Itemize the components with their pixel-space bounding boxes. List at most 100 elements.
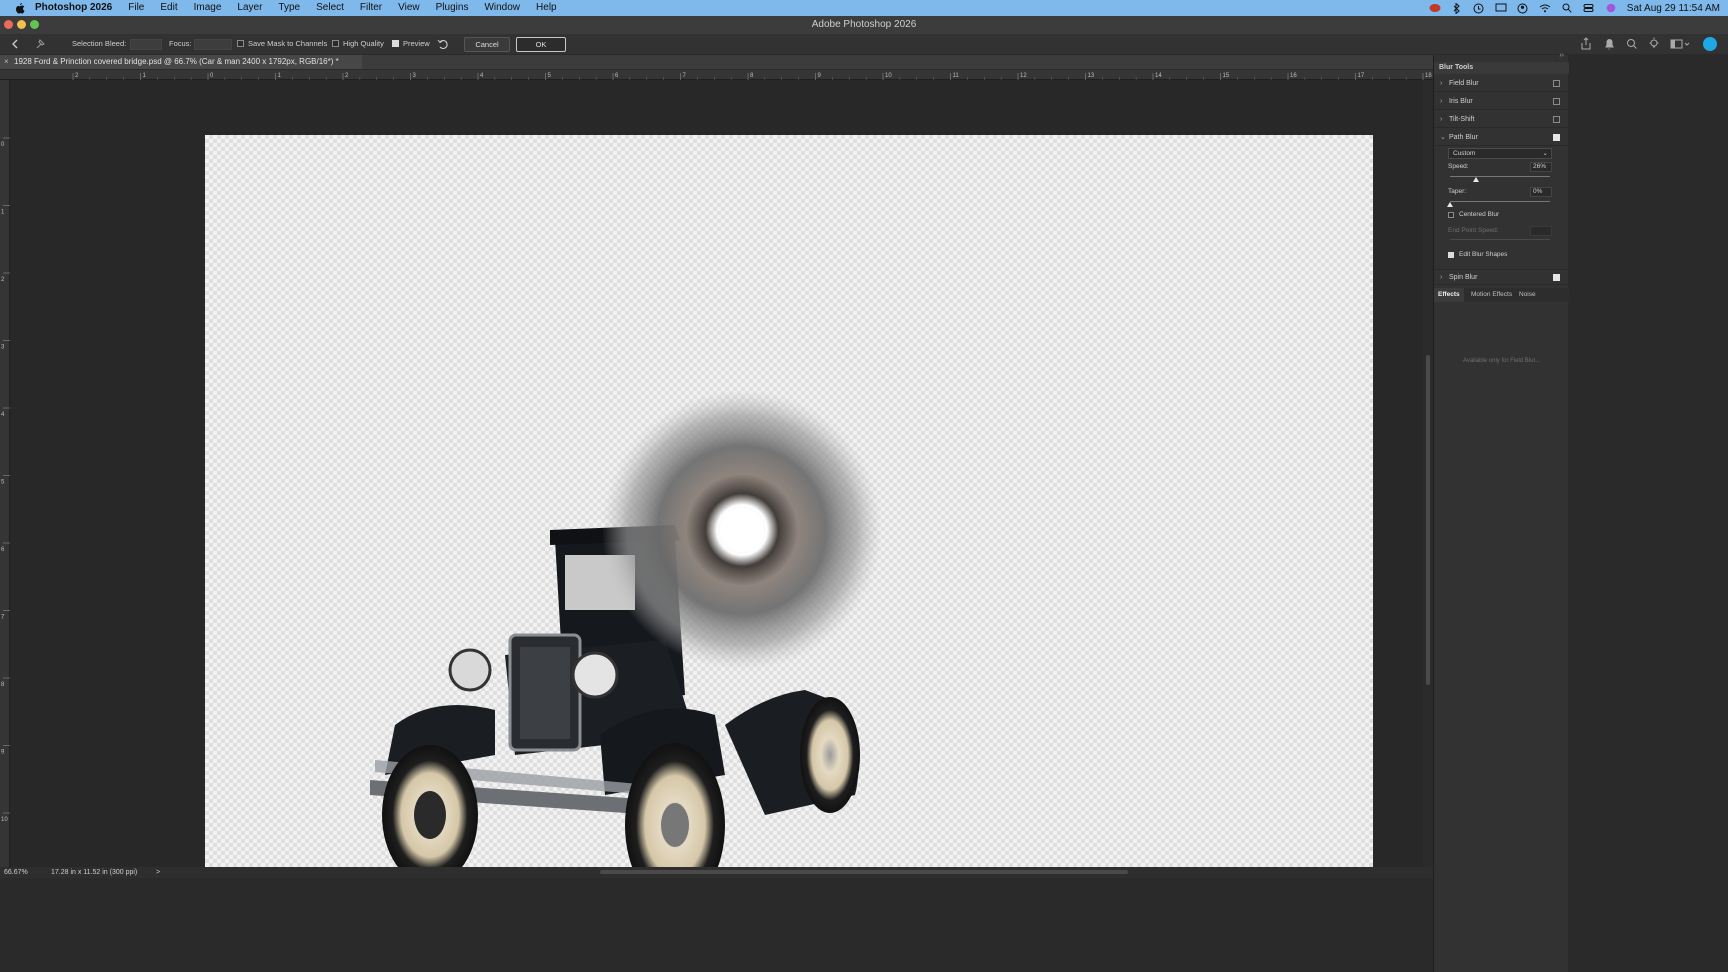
menu-view[interactable]: View [390,0,428,16]
centered-blur-label: Centered Blur [1459,211,1500,218]
ruler-label: 0 [1,142,5,148]
display-icon[interactable] [1495,2,1507,14]
user-icon[interactable] [1517,2,1529,14]
save-mask-checkbox[interactable] [237,40,244,47]
status-menu-arrow[interactable]: > [156,867,160,878]
menu-edit[interactable]: Edit [152,0,185,16]
control-center-icon[interactable] [1583,2,1595,14]
close-window-button[interactable] [4,20,13,29]
menu-type[interactable]: Type [270,0,308,16]
horizontal-scroll-thumb[interactable] [600,870,1128,874]
ruler-label: 4 [480,73,484,79]
menu-bar-clock[interactable]: Sat Aug 29 11:54 AM [1627,3,1720,14]
path-blur-preset-select[interactable]: Custom ⌄ [1448,148,1552,159]
ruler-label: 5 [1,480,5,486]
document-tab-bar: × 1928 Ford & Prinction covered bridge.p… [0,55,1568,69]
tool-tilt-shift[interactable]: › Tilt-Shift [1434,112,1569,128]
ruler-label: 8 [750,73,754,79]
tab-motion-effects[interactable]: Motion Effects [1467,288,1516,302]
panel-collapse-icon[interactable]: ›› [1559,52,1564,59]
profile-avatar-icon[interactable] [1702,34,1718,54]
search-icon[interactable] [1626,34,1638,54]
ruler-label: 17 [1358,73,1365,79]
tool-field-blur[interactable]: › Field Blur [1434,76,1569,92]
speed-slider-track[interactable] [1450,176,1550,177]
document-info: 17.28 in x 11.52 in (300 ppi) [51,869,138,876]
document-tab[interactable]: × 1928 Ford & Prinction covered bridge.p… [0,55,362,69]
tool-label: Path Blur [1449,134,1478,141]
bluetooth-icon[interactable] [1451,2,1463,14]
ruler-label: 16 [1290,73,1297,79]
spotlight-search-icon[interactable] [1561,2,1573,14]
tool-path-blur[interactable]: ⌄ Path Blur [1434,130,1569,146]
cancel-button[interactable]: Cancel [464,37,510,52]
path-blur-checkbox[interactable] [1553,134,1560,141]
vertical-scrollbar[interactable] [1423,80,1433,867]
high-quality-checkbox[interactable] [332,40,339,47]
taper-slider-track[interactable] [1450,201,1550,202]
ruler-label: 1 [143,73,147,79]
menu-select[interactable]: Select [308,0,352,16]
ruler-label: 7 [683,73,687,79]
vertical-scroll-thumb[interactable] [1426,355,1430,685]
wifi-icon[interactable] [1539,2,1551,14]
app-menu[interactable]: Photoshop 2026 [27,0,120,16]
horizontal-ruler-ticks: 2101234567891011121314151617181920 [72,73,1567,80]
preview-label: Preview [403,39,430,48]
centered-blur-checkbox[interactable] [1448,212,1454,218]
tilt-shift-checkbox[interactable] [1553,116,1560,123]
tab-noise[interactable]: Noise [1515,288,1540,302]
taper-slider-thumb[interactable] [1447,202,1453,207]
selection-bleed-field[interactable] [130,39,162,50]
tool-label: Iris Blur [1449,98,1473,105]
minimize-window-button[interactable] [17,20,26,29]
menu-window[interactable]: Window [476,0,528,16]
discover-lightbulb-icon[interactable] [1648,34,1660,54]
menu-filter[interactable]: Filter [352,0,390,16]
notifications-bell-icon[interactable] [1603,34,1615,54]
menu-layer[interactable]: Layer [229,0,270,16]
preview-checkbox[interactable] [392,40,399,47]
back-arrow-icon[interactable] [10,34,20,54]
menu-plugins[interactable]: Plugins [428,0,477,16]
speed-value-field[interactable]: 26% [1530,162,1552,172]
field-blur-checkbox[interactable] [1553,80,1560,87]
siri-icon[interactable] [1605,2,1617,14]
menu-file[interactable]: File [120,0,152,16]
menu-image[interactable]: Image [186,0,230,16]
taper-value-field[interactable]: 0% [1530,187,1552,197]
window-title: Adobe Photoshop 2026 [811,19,917,30]
zoom-window-button[interactable] [30,20,39,29]
tool-spin-blur[interactable]: › Spin Blur [1434,269,1569,285]
zoom-level[interactable]: 66.67% [4,867,28,878]
blur-tools-panel: ›› Blur Tools › Field Blur › Iris Blur ›… [1433,52,1569,972]
ruler-label: 3 [413,73,417,79]
workspace-switcher-icon[interactable] [1670,34,1690,54]
vertical-ruler: 01234567891011 [0,80,10,867]
pin-tool-icon[interactable] [34,34,46,54]
status-bar-area: 66.67% 17.28 in x 11.52 in (300 ppi) > [0,867,1568,972]
ruler-label: 6 [1,547,5,553]
share-icon[interactable] [1580,34,1592,54]
focus-field[interactable] [194,39,232,50]
focus-label: Focus: [169,39,192,48]
ok-button[interactable]: OK [516,37,566,52]
spin-blur-checkbox[interactable] [1553,274,1560,281]
close-tab-icon[interactable]: × [4,55,9,69]
iris-blur-checkbox[interactable] [1553,98,1560,105]
reset-icon[interactable] [437,34,449,54]
tool-iris-blur[interactable]: › Iris Blur [1434,94,1569,110]
chevron-right-icon: › [1440,80,1443,87]
chevron-right-icon: › [1440,274,1443,281]
document-canvas[interactable] [205,135,1373,914]
creative-cloud-icon[interactable] [1429,2,1441,14]
ruler-label: 1 [1,210,5,216]
tab-effects[interactable]: Effects [1434,288,1464,302]
high-quality-label: High Quality [343,39,384,48]
apple-icon[interactable] [13,1,27,15]
ruler-label: 1 [278,73,282,79]
time-machine-icon[interactable] [1473,2,1485,14]
speed-slider-thumb[interactable] [1473,177,1479,182]
edit-blur-shapes-checkbox[interactable] [1448,252,1454,258]
menu-help[interactable]: Help [528,0,565,16]
